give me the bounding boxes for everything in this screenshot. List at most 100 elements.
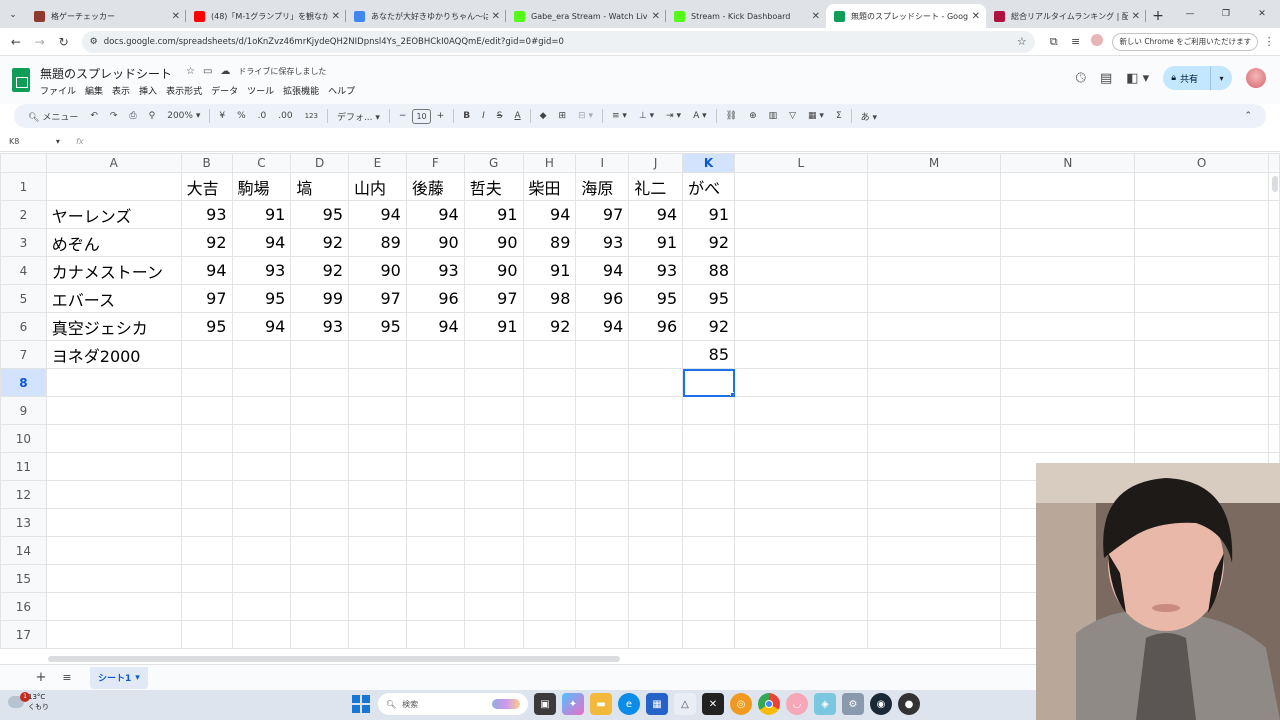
cell[interactable]: 94	[575, 256, 630, 285]
browser-tab[interactable]: 無題のスプレッドシート - Google ス ✕	[826, 4, 986, 28]
cell[interactable]: 真空ジェシカ	[45, 312, 182, 341]
cell[interactable]	[866, 256, 1002, 285]
cell[interactable]	[405, 396, 465, 425]
column-header[interactable]: C	[231, 153, 292, 173]
cell[interactable]	[734, 592, 868, 621]
chrome-icon[interactable]	[758, 693, 780, 715]
cell[interactable]	[463, 424, 524, 453]
column-header[interactable]: B	[180, 153, 233, 173]
steam-icon[interactable]: ◉	[870, 693, 892, 715]
cell[interactable]	[290, 508, 350, 537]
cell[interactable]: 94	[231, 312, 292, 341]
cell[interactable]	[522, 368, 577, 397]
merge-cells-icon[interactable]: ⊟ ▾	[572, 111, 599, 121]
cell[interactable]	[1000, 312, 1136, 341]
cell[interactable]	[1134, 312, 1269, 341]
row-header[interactable]: 4	[0, 256, 47, 285]
forward-icon[interactable]: →	[28, 35, 52, 49]
cell[interactable]	[405, 452, 465, 481]
cell[interactable]	[628, 452, 684, 481]
cell[interactable]	[575, 564, 630, 593]
cell[interactable]	[348, 564, 407, 593]
column-header[interactable]: J	[628, 153, 684, 173]
cell[interactable]: 94	[628, 200, 684, 229]
cell[interactable]	[866, 368, 1002, 397]
cell[interactable]	[180, 480, 233, 509]
cell[interactable]	[231, 592, 292, 621]
text-rotation-icon[interactable]: A ▾	[687, 111, 713, 121]
capcut-icon[interactable]: ✕	[702, 693, 724, 715]
cell[interactable]	[1134, 256, 1269, 285]
column-header[interactable]: H	[522, 153, 577, 173]
new-tab-button[interactable]: +	[1146, 4, 1170, 28]
menu-item[interactable]: 挿入	[139, 84, 157, 97]
all-sheets-icon[interactable]: ≡	[54, 671, 80, 684]
cell[interactable]	[463, 368, 524, 397]
cell[interactable]: 90	[405, 228, 465, 257]
cell[interactable]	[734, 228, 868, 257]
cell[interactable]	[866, 620, 1002, 649]
cell[interactable]	[1268, 312, 1280, 341]
comments-icon[interactable]: ▤	[1100, 71, 1112, 86]
copilot-icon[interactable]: ✦	[562, 693, 584, 715]
percent-button[interactable]: %	[231, 111, 252, 121]
bitcoin-app-icon[interactable]: ◎	[730, 693, 752, 715]
bold-icon[interactable]: B	[457, 111, 476, 121]
cell[interactable]	[348, 592, 407, 621]
cell[interactable]	[522, 592, 577, 621]
tab-close-icon[interactable]: ✕	[492, 11, 500, 22]
cell[interactable]	[734, 396, 868, 425]
insert-comment-icon[interactable]: ⊕	[743, 111, 763, 121]
cell[interactable]	[180, 536, 233, 565]
cell[interactable]	[405, 424, 465, 453]
cell[interactable]	[734, 452, 868, 481]
cell[interactable]: 93	[628, 256, 684, 285]
cell[interactable]	[405, 592, 465, 621]
browser-tab[interactable]: (48)「M-1グランプリ」を観ながら雑談 ✕	[186, 4, 346, 28]
cell[interactable]	[405, 536, 465, 565]
row-header[interactable]: 15	[0, 564, 47, 593]
column-header[interactable]: E	[348, 153, 407, 173]
cell[interactable]	[348, 368, 407, 397]
cell[interactable]: 95	[180, 312, 233, 341]
app-icon-triangle[interactable]: △	[674, 693, 696, 715]
cell[interactable]	[866, 536, 1002, 565]
cell[interactable]: 後藤	[405, 172, 465, 201]
horizontal-scrollbar[interactable]	[48, 656, 620, 662]
increase-decimal-button[interactable]: .00	[272, 111, 298, 121]
column-header[interactable]: O	[1134, 153, 1269, 173]
number-format-button[interactable]: 123	[299, 112, 324, 120]
cell[interactable]: 95	[628, 284, 684, 313]
cell[interactable]: 95	[290, 200, 350, 229]
cell[interactable]	[682, 536, 736, 565]
cell[interactable]	[231, 340, 292, 369]
cell[interactable]: 大吉	[180, 172, 233, 201]
add-sheet-button[interactable]: +	[28, 670, 54, 685]
cell[interactable]	[1000, 396, 1136, 425]
cell[interactable]	[231, 620, 292, 649]
cell[interactable]	[463, 536, 524, 565]
browser-tab[interactable]: 格ゲーチェッカー ✕	[26, 4, 186, 28]
cell[interactable]	[231, 480, 292, 509]
text-color-icon[interactable]: A	[508, 111, 526, 121]
zoom-select[interactable]: 200% ▾	[161, 111, 206, 121]
cell[interactable]	[231, 452, 292, 481]
cell[interactable]	[1268, 284, 1280, 313]
cell[interactable]: 91	[522, 256, 577, 285]
cell[interactable]	[682, 452, 736, 481]
cell[interactable]	[1268, 256, 1280, 285]
cell[interactable]	[522, 536, 577, 565]
cell[interactable]	[1134, 396, 1269, 425]
browser-tab[interactable]: Gabe_era Stream - Watch Live ✕	[506, 4, 666, 28]
cell[interactable]: 90	[348, 256, 407, 285]
cell[interactable]	[231, 368, 292, 397]
cell[interactable]: 91	[231, 200, 292, 229]
back-icon[interactable]: ←	[4, 35, 28, 49]
bookmark-star-icon[interactable]: ☆	[1017, 35, 1027, 48]
task-view-icon[interactable]: ▣	[534, 693, 556, 715]
cell[interactable]: 96	[628, 312, 684, 341]
row-header[interactable]: 6	[0, 312, 47, 341]
cell[interactable]	[628, 620, 684, 649]
cell[interactable]	[290, 452, 350, 481]
cell[interactable]	[180, 340, 233, 369]
